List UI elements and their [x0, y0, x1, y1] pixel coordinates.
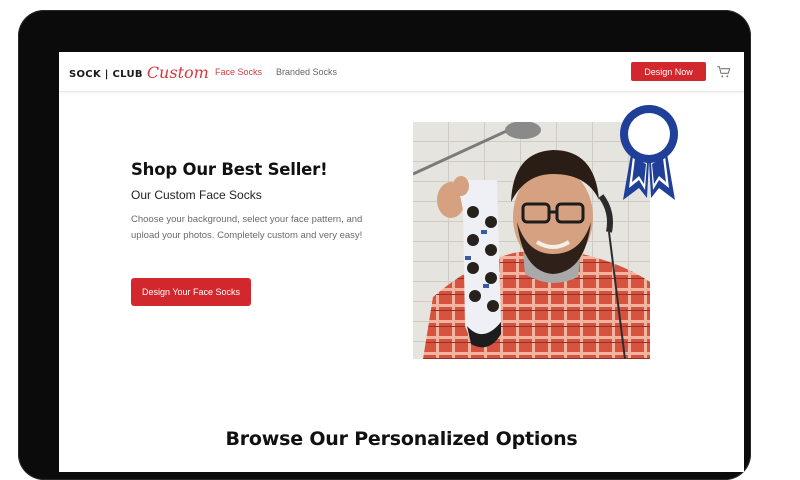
website-screen: SOCK | CLUB Custom Face Socks Branded So…: [59, 52, 744, 472]
brand-script: Custom: [146, 63, 209, 82]
design-now-button[interactable]: Design Now: [631, 62, 706, 81]
hero-photo: [413, 122, 650, 359]
nav-face-socks[interactable]: Face Socks: [215, 67, 262, 77]
cart-icon[interactable]: [716, 64, 732, 80]
hero-subtitle: Our Custom Face Socks: [131, 188, 262, 202]
brand-logo[interactable]: SOCK | CLUB Custom: [69, 63, 209, 84]
hero-title: Shop Our Best Seller!: [131, 160, 328, 179]
hero-description: Choose your background, select your face…: [131, 214, 363, 241]
photo-illustration: [413, 122, 650, 359]
design-face-socks-button[interactable]: Design Your Face Socks: [131, 278, 251, 306]
award-ribbon-icon: [620, 105, 678, 200]
brand-wordmark: SOCK | CLUB: [69, 69, 143, 80]
top-navbar: SOCK | CLUB Custom Face Socks Branded So…: [59, 52, 744, 92]
nav-branded-socks[interactable]: Branded Socks: [276, 67, 337, 77]
browse-options-heading: Browse Our Personalized Options: [225, 428, 578, 450]
laptop-frame: SOCK | CLUB Custom Face Socks Branded So…: [18, 10, 751, 480]
